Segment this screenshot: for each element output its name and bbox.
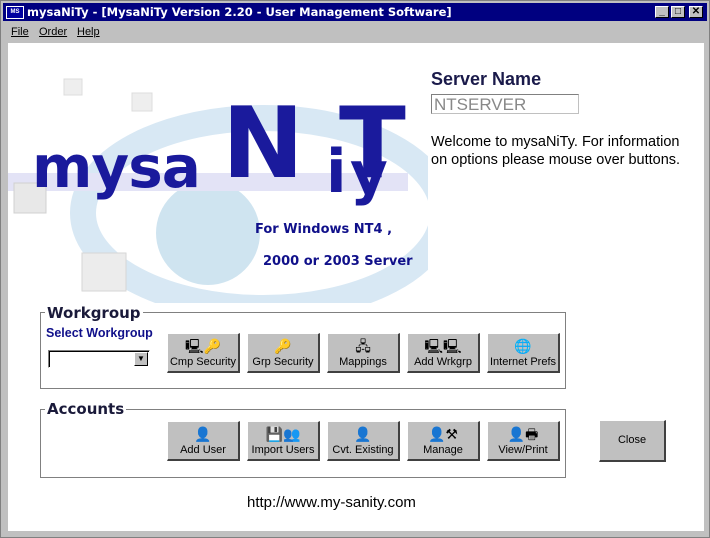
website-url[interactable]: http://www.my-sanity.com <box>247 494 416 511</box>
computer-key-icon: 🖳🔑 <box>184 338 222 354</box>
add-workgroup-button[interactable]: 🖳🖳 Add Wrkgrp <box>407 333 480 373</box>
user-tools-icon: 👤⚒ <box>428 426 458 442</box>
add-user-button[interactable]: 👤 Add User <box>167 421 240 461</box>
import-users-button[interactable]: 💾👥 Import Users <box>247 421 320 461</box>
add-workgroup-label: Add Wrkgrp <box>414 356 472 368</box>
menu-order[interactable]: Order <box>39 23 67 41</box>
grp-security-label: Grp Security <box>252 356 314 368</box>
close-button[interactable]: Close <box>599 420 666 462</box>
user-printer-icon: 👤🖶 <box>507 426 539 442</box>
globe-icon: 🌐 <box>514 338 532 354</box>
internet-prefs-button[interactable]: 🌐 Internet Prefs <box>487 333 560 373</box>
convert-existing-button[interactable]: 👤 Cvt. Existing <box>327 421 400 461</box>
server-name-field[interactable]: NTSERVER <box>431 94 579 114</box>
cmp-security-button[interactable]: 🖳🔑 Cmp Security <box>167 333 240 373</box>
manage-label: Manage <box>423 444 463 456</box>
window-title: mysaNiTy - [MysaNiTy Version 2.20 - User… <box>27 5 452 19</box>
chevron-down-icon[interactable]: ▼ <box>134 352 148 366</box>
select-workgroup-label: Select Workgroup <box>46 326 153 340</box>
main-window: MS mysaNiTy - [MysaNiTy Version 2.20 - U… <box>0 0 710 538</box>
internet-prefs-label: Internet Prefs <box>489 356 557 368</box>
mappings-label: Mappings <box>339 356 387 368</box>
accounts-title: Accounts <box>45 400 127 418</box>
grp-security-button[interactable]: 🔑 Grp Security <box>247 333 320 373</box>
cmp-security-label: Cmp Security <box>169 356 237 368</box>
os-line-2: 2000 or 2003 Server <box>263 254 413 269</box>
menu-file[interactable]: File <box>11 23 29 41</box>
menu-help[interactable]: Help <box>77 23 100 41</box>
network-drive-icon: 🖧 <box>355 338 371 354</box>
user-icon: 👤 <box>194 426 212 442</box>
maximize-button[interactable]: □ <box>671 6 685 18</box>
view-print-label: View/Print <box>498 444 548 456</box>
import-users-label: Import Users <box>251 444 315 456</box>
os-line-1: For Windows NT4 , <box>255 222 393 237</box>
convert-existing-label: Cvt. Existing <box>332 444 394 456</box>
add-user-label: Add User <box>180 444 226 456</box>
manage-button[interactable]: 👤⚒ Manage <box>407 421 480 461</box>
computers-icon: 🖳🖳 <box>424 338 462 354</box>
logo-n: N <box>222 87 305 201</box>
app-icon[interactable]: MS <box>6 6 24 19</box>
logo-mysa: mysa <box>32 133 201 201</box>
user-convert-icon: 👤 <box>354 426 372 442</box>
workgroup-title: Workgroup <box>45 304 143 322</box>
logo-y: y <box>350 139 388 207</box>
welcome-text: Welcome to mysaNiTy. For information on … <box>431 134 681 168</box>
client-area: mysa N i T y For Windows NT4 , 2000 or 2… <box>8 43 704 531</box>
workgroup-select[interactable]: ▼ <box>48 350 150 368</box>
disk-users-icon: 💾👥 <box>265 426 301 442</box>
mappings-button[interactable]: 🖧 Mappings <box>327 333 400 373</box>
title-bar[interactable]: MS mysaNiTy - [MysaNiTy Version 2.20 - U… <box>3 3 707 21</box>
server-name-label: Server Name <box>431 69 542 89</box>
key-icon: 🔑 <box>274 338 292 354</box>
close-window-button[interactable]: ✕ <box>689 6 703 18</box>
minimize-button[interactable]: _ <box>655 6 669 18</box>
view-print-button[interactable]: 👤🖶 View/Print <box>487 421 560 461</box>
menu-bar: File Order Help <box>3 23 707 41</box>
